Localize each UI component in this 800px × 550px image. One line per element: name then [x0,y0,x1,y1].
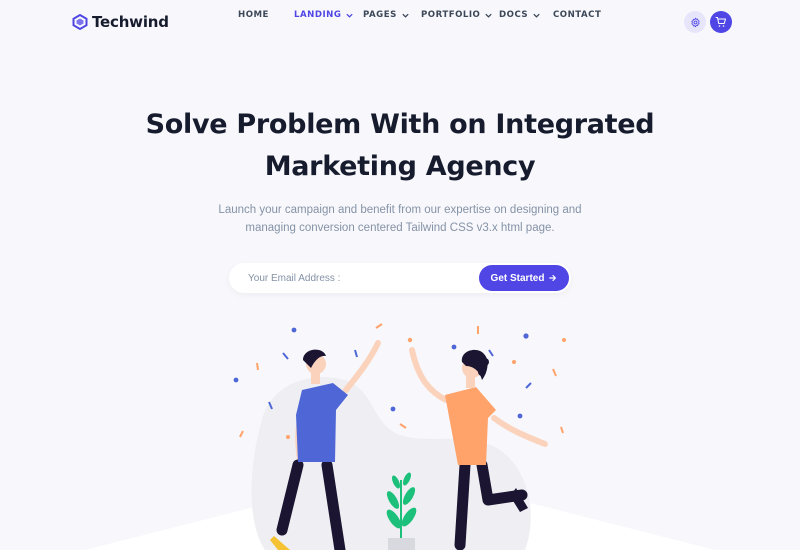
nav-item-home[interactable]: HOME [238,10,269,20]
nav-item-label: CONTACT [553,10,602,20]
nav-item-contact[interactable]: CONTACT [553,10,601,20]
hero-illustration [85,323,715,550]
chevron-down-icon [402,13,409,18]
nav-item-label: PAGES [363,10,397,20]
settings-button[interactable] [684,11,706,33]
brand-name: Techwind [92,13,169,31]
cart-icon [715,17,726,27]
subscribe-form: Get Started [229,263,571,293]
nav-item-landing[interactable]: LANDING [294,10,354,20]
nav-item-label: LANDING [294,10,342,20]
chevron-down-icon [346,13,354,18]
brand-logo[interactable]: Techwind [72,11,169,33]
hero-title-line-1: Solve Problem With on Integrated [145,109,655,140]
hero-title-line-2: Marketing Agency [264,151,536,182]
hero-subtitle: Launch your campaign and benefit from ou… [0,201,800,237]
nav-item-pages[interactable]: PAGES [363,10,410,20]
chevron-down-icon [533,13,540,18]
gear-icon [690,17,700,27]
email-input[interactable] [229,263,474,293]
nav-item-label: PORTFOLIO [421,10,481,20]
nav-item-label: DOCS [499,10,529,20]
chevron-down-icon [485,13,493,18]
arrow-right-icon [549,275,557,281]
nav-item-label: HOME [238,10,269,20]
get-started-label: Get Started [490,272,545,284]
get-started-button[interactable]: Get Started [479,265,569,291]
hero-subtitle-line-1: Launch your campaign and benefit from ou… [218,204,582,216]
logo-icon [72,14,88,30]
nav-item-portfolio[interactable]: PORTFOLIO [421,10,493,20]
hero-title: Solve Problem With on Integrated Marketi… [0,104,800,188]
nav-item-docs[interactable]: DOCS [499,10,541,20]
top-navbar: Techwind HOME LANDING PAGES PORTFOLIO DO… [0,0,800,44]
hero-subtitle-line-2: managing conversion centered Tailwind CS… [245,222,555,234]
cart-button[interactable] [710,11,732,33]
